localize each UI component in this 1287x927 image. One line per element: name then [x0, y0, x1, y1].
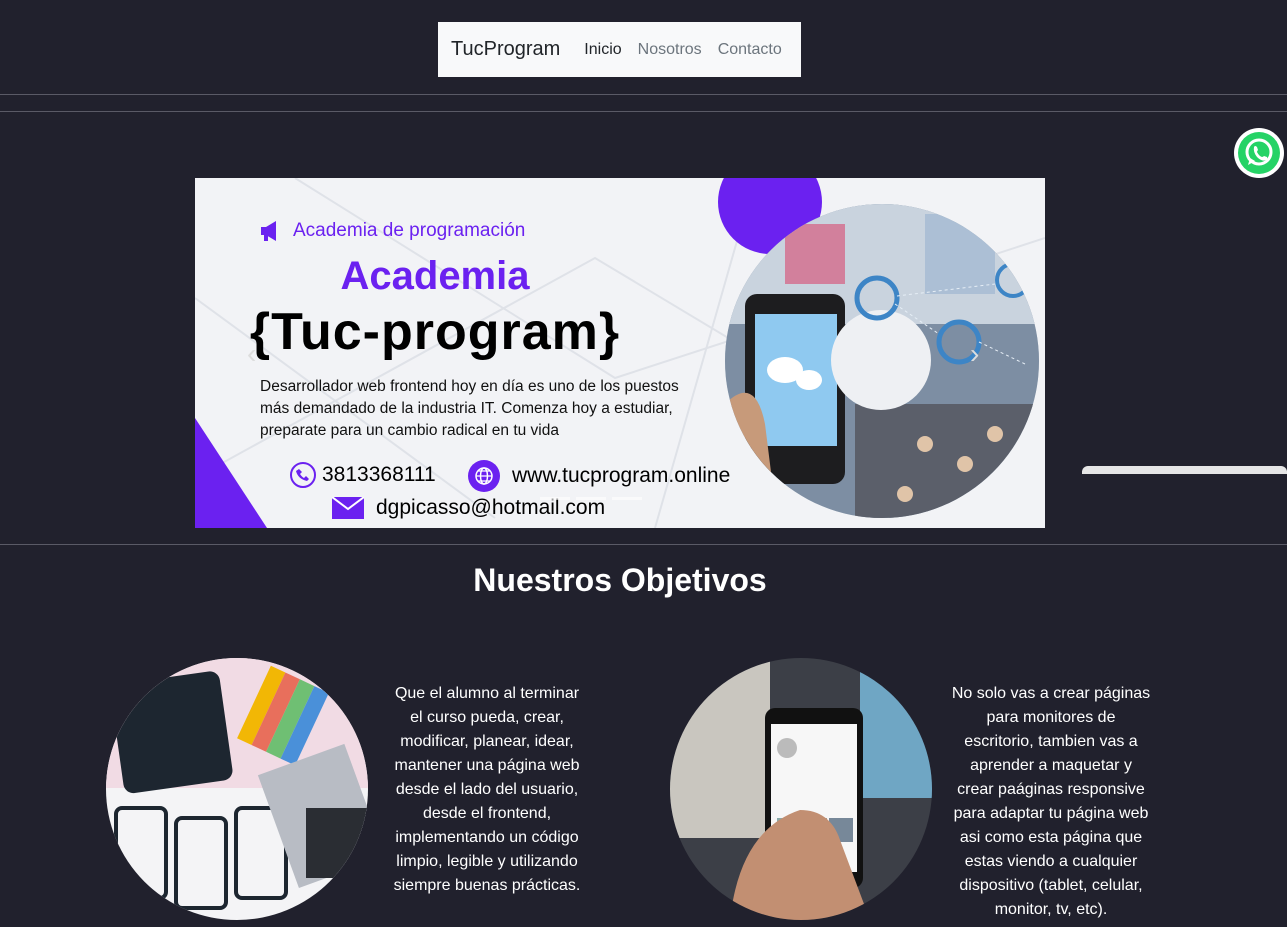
hero-banner: Academia de programación Academia {Tuc-p…	[195, 178, 1045, 528]
carousel-indicator[interactable]	[576, 497, 606, 500]
carousel-indicator[interactable]	[612, 497, 642, 500]
design-photo	[106, 658, 368, 920]
banner-website: www.tucprogram.online	[468, 460, 730, 492]
banner-kicker-text: Academia de programación	[293, 220, 526, 241]
objective-text-2: No solo vas a crear páginas para monitor…	[951, 685, 1151, 918]
banner-phone: 3813368111	[290, 462, 436, 488]
banner-phone-text: 3813368111	[322, 463, 436, 486]
objectives-title: Nuestros Objetivos	[473, 562, 767, 598]
whatsapp-icon	[1238, 132, 1280, 174]
divider	[0, 544, 1287, 545]
nav-link-inicio[interactable]: Inicio	[584, 41, 621, 59]
banner-title: Academia	[340, 254, 530, 298]
banner-kicker: Academia de programación	[259, 220, 525, 242]
phone-icon	[290, 462, 316, 488]
chevron-right-icon[interactable]: ›	[970, 338, 979, 370]
banner-brand: {Tuc-program}	[249, 303, 621, 361]
navbar: TucProgram Inicio Nosotros Contacto	[438, 22, 801, 77]
phone-illustration	[725, 204, 1039, 518]
globe-icon	[468, 460, 500, 492]
nav-link-contacto[interactable]: Contacto	[718, 41, 782, 59]
navbar-brand[interactable]: TucProgram	[451, 38, 560, 61]
divider	[0, 111, 1287, 112]
carousel-indicator[interactable]	[540, 497, 570, 500]
whatsapp-button[interactable]	[1234, 128, 1284, 178]
banner-website-text: www.tucprogram.online	[512, 464, 731, 487]
side-tab[interactable]	[1082, 466, 1287, 474]
objective-text-1: Que el alumno al terminar el curso pueda…	[393, 685, 581, 894]
mail-icon	[332, 497, 364, 519]
banner-description: Desarrollador web frontend hoy en día es…	[260, 378, 679, 439]
nav-link-nosotros[interactable]: Nosotros	[638, 41, 702, 59]
phone-photo	[725, 204, 1039, 518]
megaphone-icon	[261, 221, 276, 241]
mobile-photo	[670, 658, 932, 920]
carousel-indicators	[540, 497, 642, 500]
decorative-triangle	[195, 418, 267, 528]
chevron-left-icon[interactable]: ‹	[247, 338, 256, 370]
divider	[0, 94, 1287, 95]
